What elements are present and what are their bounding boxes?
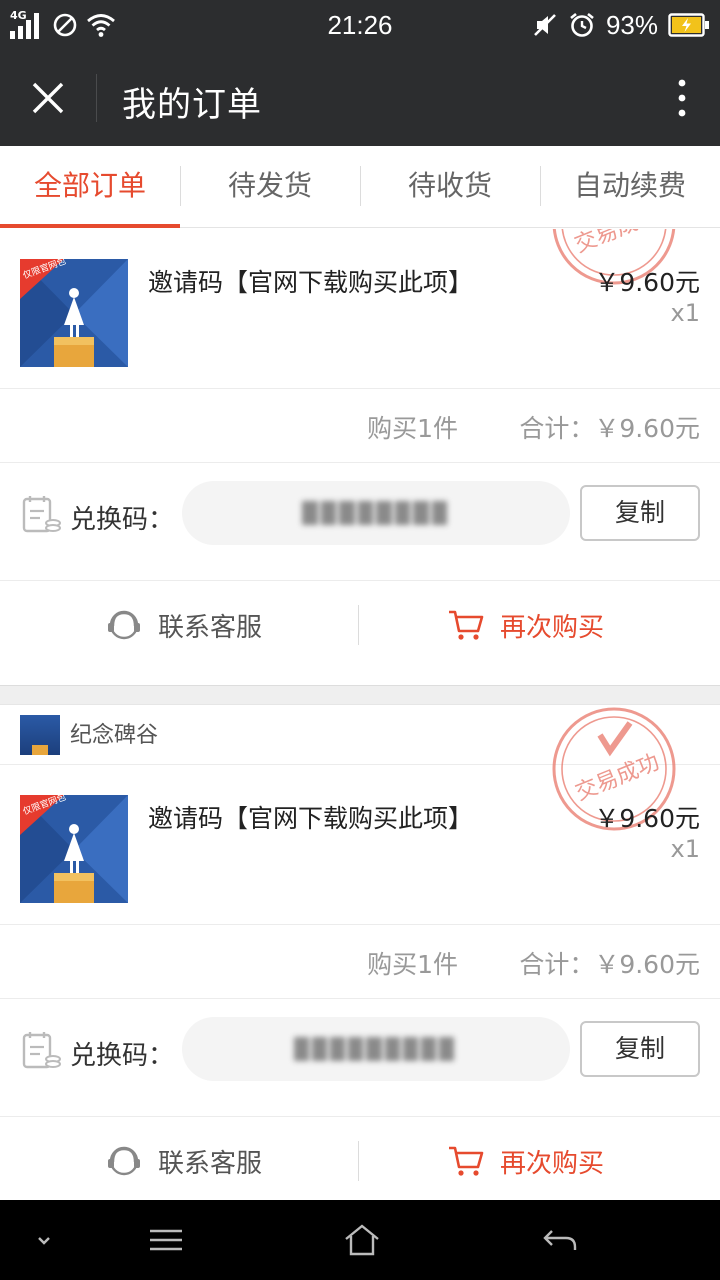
buy-again-button[interactable]: 再次购买 [446, 1141, 604, 1181]
buy-again-label: 再次购买 [500, 1148, 605, 1179]
product-price: ￥9.60元 [594, 804, 700, 833]
alarm-icon [570, 12, 594, 37]
tab-all-orders[interactable]: 全部订单 [0, 146, 180, 228]
shop-icon [20, 715, 60, 755]
redeem-code-label: 兑换码： [70, 505, 175, 535]
contact-support-button[interactable]: 联系客服 [104, 605, 262, 645]
item-count: 购买1件 [367, 950, 458, 979]
product-name: 邀请码【官网下载购买此项】 [148, 804, 474, 833]
battery-charging-icon [668, 13, 709, 37]
product-quantity: x1 [670, 835, 700, 863]
cart-icon [449, 1146, 484, 1176]
page-title: 我的订单 [122, 85, 262, 125]
close-icon[interactable] [28, 78, 68, 118]
action-divider [358, 1141, 359, 1181]
headset-icon [108, 1146, 140, 1176]
order-separator [0, 685, 720, 705]
copy-button[interactable]: 复制 [580, 485, 700, 541]
battery-percent: 93% [605, 9, 658, 40]
buy-again-button[interactable]: 再次购买 [446, 605, 604, 645]
system-nav-bar [0, 1200, 720, 1280]
home-icon[interactable] [342, 1222, 382, 1258]
product-thumbnail: 仅限官网包 [20, 259, 128, 367]
item-count: 购买1件 [367, 414, 458, 443]
order-summary: 购买1件 合计：￥9.60元 [0, 389, 720, 463]
redeem-code-icon [22, 1032, 61, 1069]
tab-pending-receipt[interactable]: 待收货 [360, 146, 540, 227]
product-thumbnail: 仅限官网包 [20, 795, 128, 903]
order-list[interactable]: 交易成功 仅限官网包 邀请码【官网下载购买此项】 ￥9.60元 x1 购买1件 [0, 229, 720, 1200]
shop-name: 纪念碑谷 [70, 723, 159, 748]
action-divider [358, 605, 359, 645]
contact-support-label: 联系客服 [158, 612, 263, 643]
mute-icon [534, 14, 556, 36]
order-total: 合计：￥9.60元 [519, 414, 700, 443]
product-quantity: x1 [670, 299, 700, 327]
title-divider [96, 74, 97, 122]
back-icon[interactable] [540, 1222, 580, 1258]
redeem-code-row: 兑换码： 复制 [0, 463, 720, 581]
title-bar: 我的订单 [0, 50, 720, 146]
order-total: 合计：￥9.60元 [519, 950, 700, 979]
tab-pending-shipment[interactable]: 待发货 [180, 146, 360, 227]
order-actions: 联系客服 再次购买 [0, 1117, 720, 1200]
contact-support-button[interactable]: 联系客服 [104, 1141, 262, 1181]
redeem-code-blurred [302, 501, 447, 525]
menu-icon[interactable] [146, 1222, 186, 1258]
product-row[interactable]: 仅限官网包 邀请码【官网下载购买此项】 ￥9.60元 x1 [0, 765, 720, 925]
product-name: 邀请码【官网下载购买此项】 [148, 268, 474, 297]
redeem-code-field [182, 481, 570, 545]
order-card: 纪念碑谷 交易成功 仅限官网包 邀请码【官网下载购买此项】 ￥9.60元 x1 … [0, 705, 720, 1200]
contact-support-label: 联系客服 [158, 1148, 263, 1179]
status-bar: 4G 21:26 93% [0, 0, 720, 50]
order-actions: 联系客服 再次购买 [0, 581, 720, 667]
redeem-code-blurred [294, 1037, 454, 1061]
order-summary: 购买1件 合计：￥9.60元 [0, 925, 720, 999]
tab-auto-renewal[interactable]: 自动续费 [540, 146, 720, 227]
product-price: ￥9.60元 [594, 268, 700, 297]
redeem-code-row: 兑换码： 复制 [0, 999, 720, 1117]
order-tabs: 全部订单 待发货 待收货 自动续费 [0, 146, 720, 228]
cart-icon [449, 610, 484, 640]
headset-icon [108, 610, 140, 640]
buy-again-label: 再次购买 [500, 612, 605, 643]
redeem-code-label: 兑换码： [70, 1041, 175, 1071]
chevron-down-icon[interactable] [24, 1222, 64, 1258]
copy-button[interactable]: 复制 [580, 1021, 700, 1077]
more-vertical-icon[interactable] [678, 78, 686, 118]
product-row[interactable]: 仅限官网包 邀请码【官网下载购买此项】 ￥9.60元 x1 [0, 229, 720, 389]
order-card: 交易成功 仅限官网包 邀请码【官网下载购买此项】 ￥9.60元 x1 购买1件 [0, 229, 720, 685]
redeem-code-field [182, 1017, 570, 1081]
redeem-code-icon [22, 496, 61, 533]
